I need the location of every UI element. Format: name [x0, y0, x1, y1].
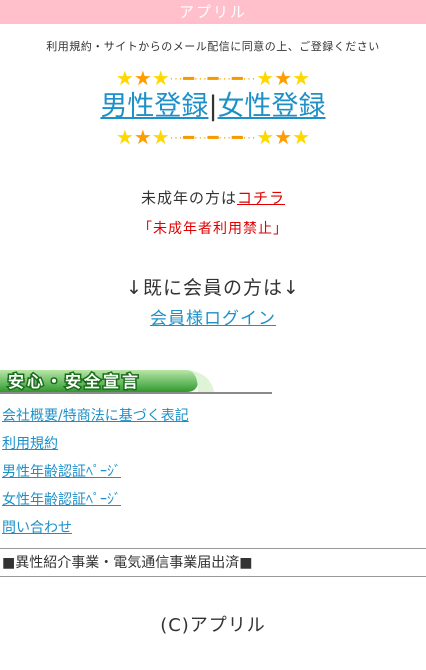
dash-decoration: ━ — [231, 68, 243, 90]
star-icon: ★ — [133, 125, 152, 149]
star-divider-top: ★★★···━···━···━···★★★ — [0, 66, 426, 90]
dots-decoration: ··· — [194, 131, 208, 145]
header-bar: アプリル — [0, 0, 426, 24]
dots-decoration: ··· — [169, 72, 184, 86]
star-divider-bottom: ★★★···━···━···━···★★★ — [0, 125, 426, 149]
dots-decoration: ··· — [194, 72, 208, 86]
dash-decoration: ━ — [231, 127, 243, 149]
male-age-verification-link[interactable]: 男性年齢認証ﾍﾟｰｼﾞ — [0, 458, 426, 486]
minors-link[interactable]: コチラ — [237, 189, 285, 207]
star-icon: ★ — [292, 66, 311, 90]
star-icon: ★ — [292, 125, 311, 149]
terms-link[interactable]: 利用規約 — [0, 430, 426, 458]
footer-links: 会社概要/特商法に基づく表記 利用規約 男性年齢認証ﾍﾟｰｼﾞ 女性年齢認証ﾍﾟ… — [0, 402, 426, 542]
star-icon: ★ — [151, 125, 170, 149]
star-icon: ★ — [256, 125, 275, 149]
star-icon: ★ — [256, 66, 275, 90]
minors-notice: 未成年の方はコチラ — [0, 187, 426, 208]
star-icon: ★ — [115, 66, 134, 90]
dots-decoration: ··· — [242, 72, 257, 86]
company-info-link[interactable]: 会社概要/特商法に基づく表記 — [0, 402, 426, 430]
dots-decoration: ··· — [169, 131, 184, 145]
star-icon: ★ — [151, 66, 170, 90]
copyright: (C)アプリル — [160, 615, 266, 636]
star-icon: ★ — [133, 66, 152, 90]
site-title: アプリル — [178, 3, 247, 21]
safety-banner-text: 安心・安全宣言 — [8, 372, 141, 391]
minors-prohibited-text: 「未成年者利用禁止」 — [138, 221, 288, 237]
star-icon: ★ — [274, 125, 293, 149]
consent-text: 利用規約・サイトからのメール配信に同意の上、ご登録ください — [46, 40, 380, 53]
dash-decoration: ━ — [183, 68, 195, 90]
register-separator: | — [208, 91, 218, 122]
female-age-verification-link[interactable]: 女性年齢認証ﾍﾟｰｼﾞ — [0, 486, 426, 514]
contact-link[interactable]: 問い合わせ — [0, 514, 426, 542]
dots-decoration: ··· — [242, 131, 257, 145]
member-login-link[interactable]: 会員様ログイン — [150, 309, 276, 329]
member-prompt: ↓既に会員の方は↓ — [126, 277, 300, 299]
dash-decoration: ━ — [207, 68, 219, 90]
dash-decoration: ━ — [183, 127, 195, 149]
star-icon: ★ — [115, 125, 134, 149]
business-registration-notice: ■異性紹介事業・電気通信事業届出済■ — [0, 548, 426, 577]
star-icon: ★ — [274, 66, 293, 90]
minors-prefix: 未成年の方は — [140, 189, 237, 207]
male-register-link[interactable]: 男性登録 — [100, 91, 208, 122]
registration-links: 男性登録|女性登録 — [0, 90, 426, 124]
dash-decoration: ━ — [207, 127, 219, 149]
dots-decoration: ··· — [218, 72, 232, 86]
safety-declaration-banner: 安心・安全宣言 — [0, 367, 272, 395]
female-register-link[interactable]: 女性登録 — [218, 91, 326, 122]
safety-banner-graphic: 安心・安全宣言 — [0, 370, 272, 394]
dots-decoration: ··· — [218, 131, 232, 145]
